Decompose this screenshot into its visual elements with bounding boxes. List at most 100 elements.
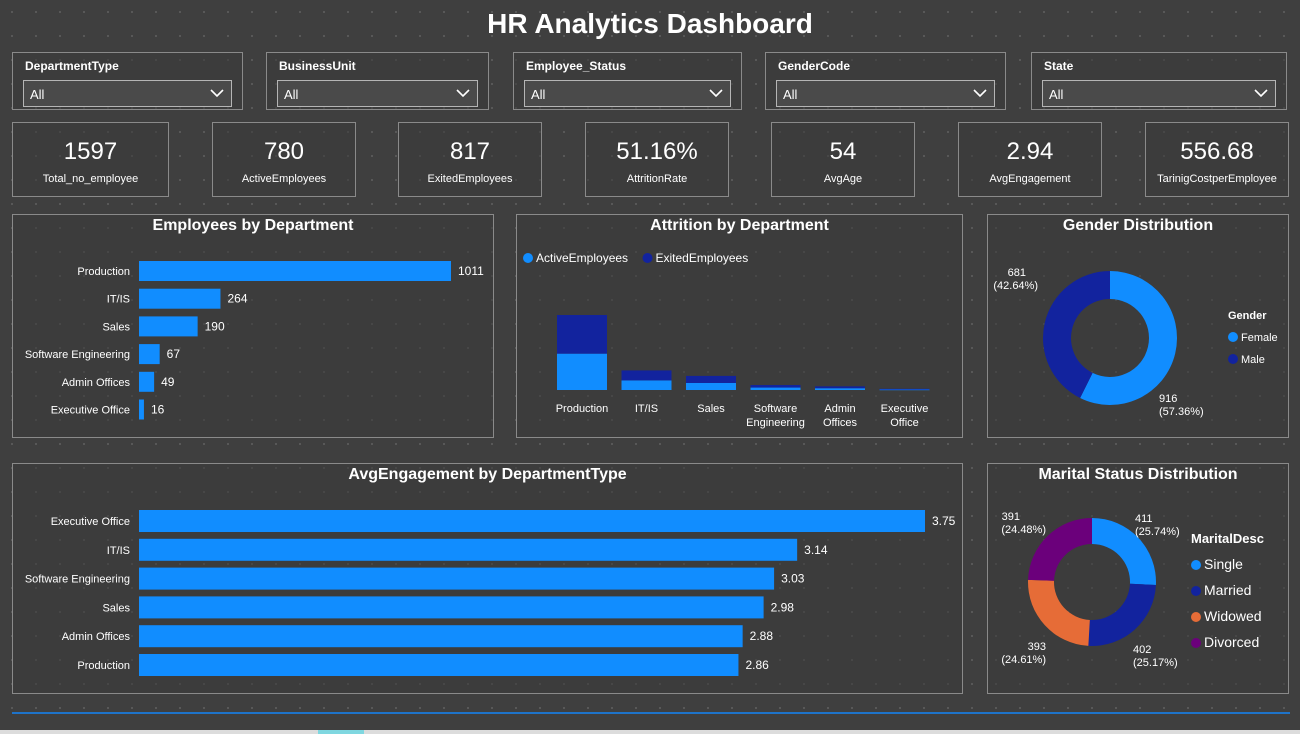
slicer-value: All: [30, 87, 45, 102]
bar[interactable]: [139, 538, 798, 561]
category-label: Sales: [697, 403, 725, 415]
slice-percent-label: (24.48%): [1001, 524, 1046, 536]
category-label: Admin Offices: [62, 631, 131, 643]
data-label: 2.86: [745, 658, 769, 672]
legend-label[interactable]: Divorced: [1204, 634, 1259, 650]
data-label: 3.14: [804, 543, 828, 557]
slicer-employee-status[interactable]: Employee_Status All: [513, 52, 742, 110]
category-label: Software: [754, 403, 797, 415]
bottom-divider: [12, 712, 1290, 714]
slice-value-label: 402: [1133, 644, 1151, 656]
visual-gender-distribution[interactable]: Gender Distribution 916 (57.36%) 681 (42.64…: [987, 214, 1289, 438]
chevron-down-icon: [973, 89, 987, 98]
bar[interactable]: [139, 625, 743, 648]
donut-slice[interactable]: [1028, 579, 1090, 646]
slicer-dropdown[interactable]: All: [277, 80, 478, 107]
kpi-label: TarinigCostperEmployee: [1157, 173, 1277, 185]
bar-segment[interactable]: [557, 353, 607, 390]
legend-label[interactable]: ExitedEmployees: [656, 251, 749, 265]
bar[interactable]: [139, 654, 739, 676]
chevron-down-icon: [456, 89, 470, 98]
bar-segment[interactable]: [621, 370, 672, 381]
slice-value-label: 916: [1159, 393, 1177, 405]
slice-percent-label: (42.64%): [993, 280, 1038, 292]
data-label: 2.88: [750, 629, 774, 643]
bar-segment[interactable]: [815, 386, 865, 389]
bar-segment[interactable]: [621, 380, 672, 390]
bar[interactable]: [139, 399, 144, 420]
bar-segment[interactable]: [686, 375, 736, 383]
chevron-down-icon: [1254, 89, 1268, 98]
bar[interactable]: [139, 567, 775, 590]
category-label: Office: [890, 417, 919, 429]
legend-marker: [1191, 612, 1201, 622]
slice-percent-label: (25.74%): [1135, 526, 1180, 538]
legend-marker: [1191, 560, 1201, 570]
bar[interactable]: [139, 371, 155, 392]
kpi-value: 556.68: [1180, 138, 1254, 165]
slicer-dropdown[interactable]: All: [1042, 80, 1276, 107]
slicer-state[interactable]: State All: [1031, 52, 1287, 110]
legend-title: MaritalDesc: [1191, 531, 1264, 546]
data-label: 190: [205, 319, 225, 333]
legend-marker: [642, 253, 653, 263]
kpi-value: 780: [263, 138, 305, 165]
category-label: Sales: [102, 321, 130, 333]
bar-segment[interactable]: [750, 385, 801, 388]
bar-segment[interactable]: [815, 388, 865, 390]
visual-marital-status[interactable]: Marital Status Distribution 411 (25.74%) 4…: [987, 463, 1289, 694]
slicer-dropdown[interactable]: All: [776, 80, 995, 107]
visual-employees-by-department[interactable]: Employees by Department Production 1011 IT…: [12, 214, 494, 438]
slicer-dropdown[interactable]: All: [23, 80, 232, 107]
employees-by-department-chart: Production 1011 IT/IS 264 Sales 190 Software E…: [25, 261, 484, 420]
kpi-label: AvgAge: [823, 173, 863, 185]
data-label: 16: [151, 403, 165, 417]
legend-marker: [1191, 586, 1201, 596]
slicer-business-unit[interactable]: BusinessUnit All: [266, 52, 489, 110]
legend-marker: [1228, 354, 1238, 364]
donut-slice[interactable]: [1088, 583, 1156, 646]
slice-value-label: 411: [1135, 513, 1153, 525]
category-label: Executive: [881, 403, 929, 415]
bar[interactable]: [139, 316, 198, 337]
legend-marker: [1228, 332, 1238, 342]
legend-label[interactable]: ActiveEmployees: [536, 251, 628, 265]
bar-segment[interactable]: [879, 388, 930, 390]
bar[interactable]: [139, 288, 221, 309]
slicer-value: All: [284, 87, 299, 102]
kpi-card-active-employees: 780 ActiveEmployees: [212, 122, 356, 197]
kpi-card-exited-employees: 817 ExitedEmployees: [398, 122, 542, 197]
data-label: 2.98: [771, 600, 795, 614]
slicer-value: All: [783, 87, 798, 102]
dashboard-title: HR Analytics Dashboard: [487, 8, 813, 39]
slice-percent-label: (25.17%): [1133, 657, 1178, 669]
legend-label[interactable]: Married: [1204, 582, 1251, 598]
category-label: Production: [556, 403, 609, 415]
legend-label[interactable]: Single: [1204, 556, 1243, 572]
legend-label[interactable]: Female: [1241, 332, 1278, 344]
bar-segment[interactable]: [750, 387, 801, 390]
gender-distribution-chart: 916(57.36%) 681(42.64%) Gender Female Male: [993, 267, 1278, 418]
bar[interactable]: [139, 344, 160, 365]
slicer-label: Employee_Status: [526, 59, 627, 73]
page-tab[interactable]: [318, 730, 364, 734]
visual-attrition-by-department[interactable]: Attrition by Department ActiveEmployees E…: [516, 214, 963, 438]
kpi-label: AvgEngagement: [989, 173, 1071, 185]
slicer-gender-code[interactable]: GenderCode All: [765, 52, 1006, 110]
category-label: Engineering: [746, 417, 805, 429]
legend-marker: [1191, 638, 1201, 648]
bar-segment[interactable]: [557, 315, 607, 354]
legend-label[interactable]: Widowed: [1204, 608, 1262, 624]
category-label: Executive Office: [51, 405, 130, 417]
kpi-value: 2.94: [1006, 138, 1054, 165]
bar-segment[interactable]: [686, 382, 736, 390]
category-label: IT/IS: [107, 294, 130, 306]
slice-percent-label: (24.61%): [1001, 654, 1046, 666]
legend-label[interactable]: Male: [1241, 354, 1265, 366]
bar[interactable]: [139, 596, 764, 619]
slicer-department-type[interactable]: DepartmentType All: [12, 52, 243, 110]
slicer-dropdown[interactable]: All: [524, 80, 731, 107]
visual-avg-engagement[interactable]: AvgEngagement by DepartmentType Executiv…: [12, 463, 963, 694]
bar[interactable]: [139, 510, 925, 532]
bar[interactable]: [139, 261, 451, 281]
